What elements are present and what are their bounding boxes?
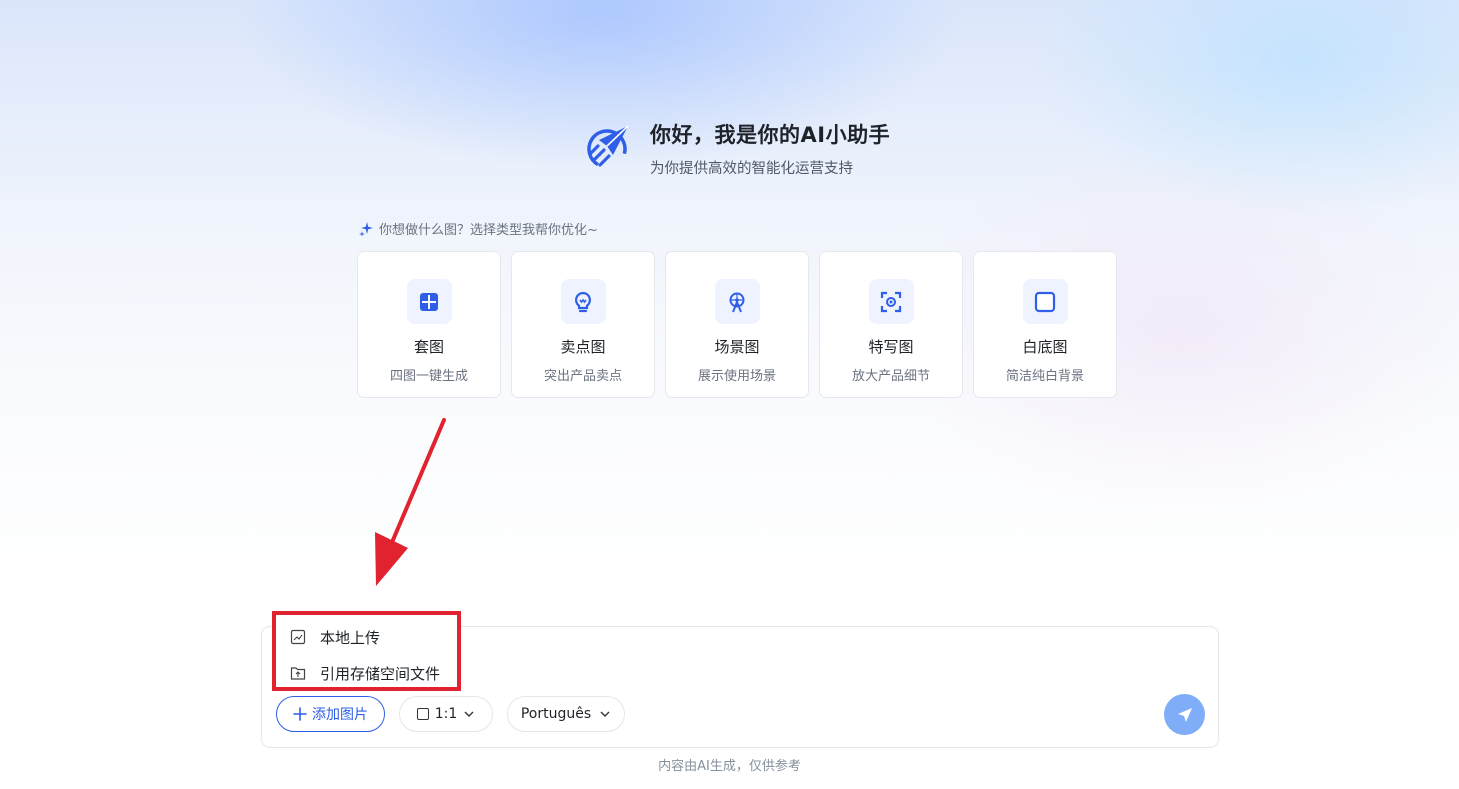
hero-subtitle: 为你提供高效的智能化运营支持 xyxy=(650,161,853,177)
scene-icon xyxy=(714,279,760,324)
add-image-label: 添加图片 xyxy=(312,707,368,723)
aspect-square-icon xyxy=(416,708,429,720)
sparkle-icon xyxy=(359,221,373,236)
card-desc: 放大产品细节 xyxy=(851,369,930,384)
card-scene[interactable]: 场景图 展示使用场景 xyxy=(665,251,809,398)
square-icon xyxy=(1022,279,1068,324)
card-desc: 展示使用场景 xyxy=(697,369,776,384)
language-select[interactable]: Português xyxy=(507,696,625,732)
add-image-button[interactable]: 添加图片 xyxy=(276,696,385,732)
annotation-arrow-icon xyxy=(370,418,450,590)
menu-item-label: 本地上传 xyxy=(320,628,381,647)
menu-item-local-upload[interactable]: 本地上传 xyxy=(276,619,457,655)
card-desc: 突出产品卖点 xyxy=(543,369,622,384)
aspect-ratio-select[interactable]: 1:1 xyxy=(399,696,493,732)
image-icon xyxy=(290,629,306,645)
card-title: 特写图 xyxy=(868,338,914,356)
focus-icon xyxy=(868,279,914,324)
send-icon xyxy=(1177,707,1192,722)
folder-upload-icon xyxy=(290,667,306,680)
chevron-down-icon xyxy=(600,711,610,717)
card-title: 场景图 xyxy=(714,338,760,356)
type-hint: 你想做什么图？选择类型我帮你优化~ xyxy=(359,219,598,238)
language-value: Português xyxy=(520,706,592,722)
menu-item-storage-file[interactable]: 引用存储空间文件 xyxy=(276,655,457,691)
card-title: 白底图 xyxy=(1022,338,1068,356)
rocket-logo-icon xyxy=(585,124,631,170)
image-type-cards: 套图 四图一键生成 卖点图 突出产品卖点 场景图 展示使用场景 特写图 放大产品… xyxy=(357,251,1117,398)
card-selling-point[interactable]: 卖点图 突出产品卖点 xyxy=(511,251,655,398)
upload-menu: 本地上传 引用存储空间文件 xyxy=(272,611,461,691)
card-title: 卖点图 xyxy=(560,338,606,356)
aspect-ratio-value: 1:1 xyxy=(434,706,458,722)
grid-icon xyxy=(406,279,452,324)
menu-item-label: 引用存储空间文件 xyxy=(320,664,441,683)
card-set-image[interactable]: 套图 四图一键生成 xyxy=(357,251,501,398)
card-white-background[interactable]: 白底图 简洁纯白背景 xyxy=(973,251,1117,398)
card-desc: 简洁纯白背景 xyxy=(1005,369,1084,384)
hero-title: 你好，我是你的AI小助手 xyxy=(650,123,891,147)
card-close-up[interactable]: 特写图 放大产品细节 xyxy=(819,251,963,398)
chevron-down-icon xyxy=(464,711,474,717)
type-hint-text: 你想做什么图？选择类型我帮你优化~ xyxy=(379,223,598,238)
ai-disclaimer: 内容由AI生成，仅供参考 xyxy=(658,759,801,774)
card-desc: 四图一键生成 xyxy=(389,369,468,384)
send-button[interactable] xyxy=(1164,694,1205,735)
lightbulb-icon xyxy=(560,279,606,324)
card-title: 套图 xyxy=(413,338,444,356)
plus-icon xyxy=(293,707,307,721)
